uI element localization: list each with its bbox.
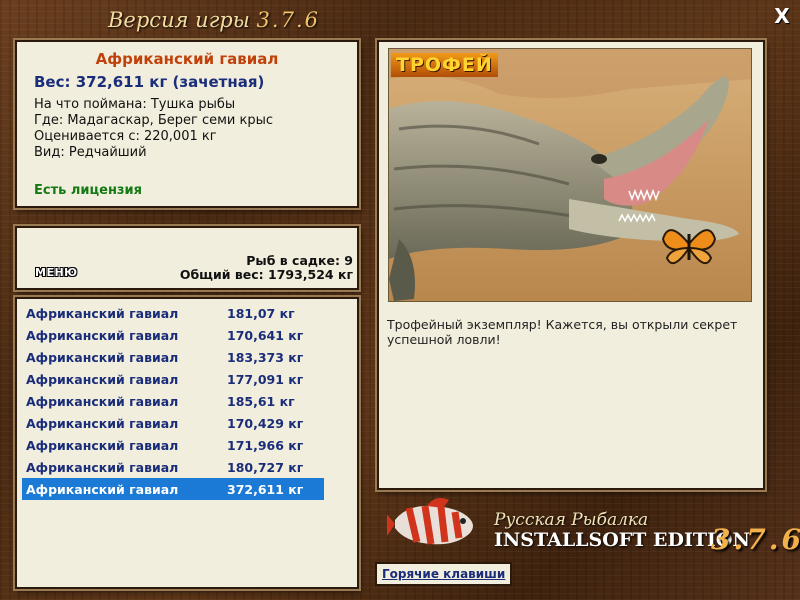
kind-line: Вид: Редчайший [34,145,147,160]
window-title: Версия игры 3.7.6 [108,8,320,32]
catch-row-weight: 372,611 кг [227,482,304,497]
catch-row-weight: 180,727 кг [227,460,304,475]
catch-row-name: Африканский гавиал [26,460,179,475]
keepnet-summary-panel: МЕНЮ Рыб в садке: 9 Общий вес: 1793,524 … [15,226,359,290]
hotkeys-button[interactable]: Горячие клавиши [375,562,513,586]
gharial-photo: ТРОФЕЙ [388,48,752,302]
catch-row-weight: 177,091 кг [227,372,304,387]
catch-row-name: Африканский гавиал [26,394,179,409]
catch-row[interactable]: Африканский гавиал 181,07 кг [22,302,324,324]
valued-line: Оценивается с: 220,001 кг [34,129,217,144]
catch-list-panel: Африканский гавиал 181,07 кг Африканский г… [15,297,359,589]
fish-weight: Вес: 372,611 кг (зачетная) [34,73,265,91]
gharial-illustration [389,49,751,301]
catch-row-weight: 171,966 кг [227,438,304,453]
catch-row-weight: 183,373 кг [227,350,304,365]
catch-row[interactable]: Африканский гавиал 170,429 кг [22,412,324,434]
catch-row-name: Африканский гавиал [26,372,179,387]
catch-row-name: Африканский гавиал [26,416,179,431]
license-status: Есть лицензия [34,183,142,198]
catch-row[interactable]: Африканский гавиал 183,373 кг [22,346,324,368]
trophy-panel: ТРОФЕЙ Трофейный экземпляр! Кажется, вы … [377,40,765,490]
fish-count: Рыб в садке: 9 [246,253,353,268]
catch-row-weight: 170,429 кг [227,416,304,431]
window-title-version: 3.7.6 [256,8,320,32]
trophy-description: Трофейный экземпляр! Кажется, вы открыли… [387,317,738,347]
catch-row[interactable]: Африканский гавиал 372,611 кг [22,478,324,500]
brand-version: 3.7.6 [711,523,800,556]
catch-row-name: Африканский гавиал [26,438,179,453]
bait-line: На что поймана: Тушка рыбы [34,97,236,112]
catch-row[interactable]: Африканский гавиал 170,641 кг [22,324,324,346]
catch-row-name: Африканский гавиал [26,350,179,365]
catch-row[interactable]: Африканский гавиал 180,727 кг [22,456,324,478]
total-weight: Общий вес: 1793,524 кг [179,267,353,282]
fish-name: Африканский гавиал [95,50,279,68]
catch-row-weight: 181,07 кг [227,306,295,321]
catch-row-name: Африканский гавиал [26,306,179,321]
menu-button[interactable]: МЕНЮ [35,266,78,279]
catch-row-weight: 185,61 кг [227,394,295,409]
catch-row[interactable]: Африканский гавиал 171,966 кг [22,434,324,456]
catch-row[interactable]: Африканский гавиал 185,61 кг [22,390,324,412]
catch-row-weight: 170,641 кг [227,328,304,343]
trophy-label: ТРОФЕЙ [391,53,498,77]
brand-title: Русская Рыбалка [494,510,649,530]
window-title-text: Версия игры [108,8,250,32]
close-icon[interactable]: X [772,6,792,26]
catch-row-name: Африканский гавиал [26,482,179,497]
fish-info-panel: Африканский гавиал Вес: 372,611 кг (заче… [15,40,359,208]
location-line: Где: Мадагаскар, Берег семи крыс [34,113,274,128]
catch-row-name: Африканский гавиал [26,328,179,343]
fish-logo-icon [387,498,473,545]
catch-row[interactable]: Африканский гавиал 177,091 кг [22,368,324,390]
